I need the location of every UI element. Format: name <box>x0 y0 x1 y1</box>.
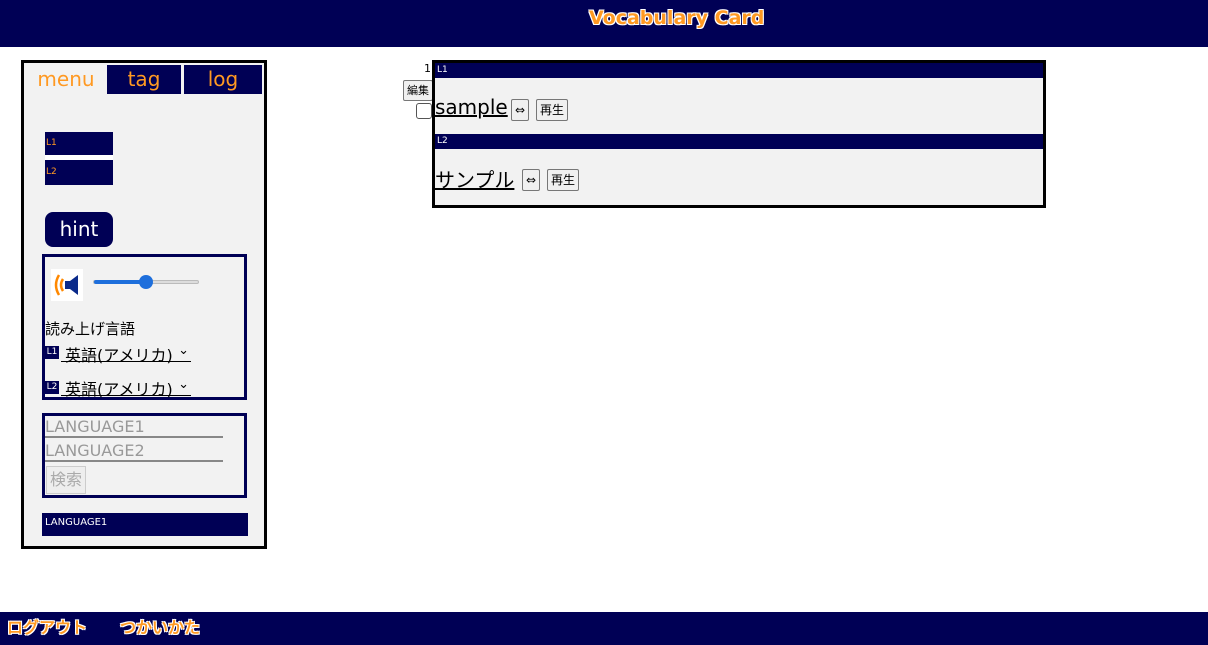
card-number: 1 <box>424 62 431 75</box>
app-title: Vocabulary Card <box>589 7 765 29</box>
language1-search-input[interactable]: LANGUAGE1 <box>45 416 223 438</box>
l2-word-link[interactable]: サンプル <box>435 164 514 193</box>
swap-button-l2[interactable]: ⇔ <box>522 169 540 191</box>
l2-mark: L2 <box>45 381 59 394</box>
swap-button-l1[interactable]: ⇔ <box>511 99 529 121</box>
l1-voice-select-value: 英語(アメリカ) <box>65 346 173 365</box>
chevron-down-icon: ⌄ <box>178 377 189 392</box>
lang-box-l1-label: L1 <box>46 138 57 148</box>
l1-word-link[interactable]: sample <box>435 95 508 119</box>
play-button-l1[interactable]: 再生 <box>536 99 568 121</box>
language-list-header-label: LANGUAGE1 <box>45 517 108 528</box>
language-list-header: LANGUAGE1 <box>42 513 248 536</box>
chevron-down-icon: ⌄ <box>178 343 189 358</box>
tab-log[interactable]: log <box>184 65 262 94</box>
language-toggle-box[interactable]: L1 L2 <box>45 132 113 185</box>
card-l1-bar: L1 <box>435 63 1043 78</box>
tab-tag[interactable]: tag <box>107 65 181 94</box>
volume-slider[interactable] <box>93 275 199 289</box>
speech-settings-panel: 読み上げ言語 L1 英語(アメリカ) ⌄ L2 英語(アメリカ) ⌄ <box>42 254 247 400</box>
card-l2-bar: L2 <box>435 134 1043 149</box>
l1-mark: L1 <box>45 346 59 359</box>
lang-box-divider <box>45 155 113 160</box>
header-bar: Vocabulary Card <box>0 0 1208 47</box>
l2-voice-select-value: 英語(アメリカ) <box>65 380 173 399</box>
play-button-l2[interactable]: 再生 <box>547 169 579 191</box>
search-button[interactable]: 検索 <box>46 466 86 494</box>
lang-box-l2-label: L2 <box>46 167 57 177</box>
sidebar-panel: menu tag log L1 L2 hint 読み上げ言語 L1 英語(アメリ… <box>21 60 267 549</box>
hint-button[interactable]: hint <box>45 212 113 247</box>
language-list-underline <box>42 532 248 536</box>
card-select-checkbox[interactable] <box>416 103 432 119</box>
logout-link[interactable]: ログアウト <box>7 614 87 638</box>
howto-link[interactable]: つかいかた <box>120 614 200 638</box>
l1-voice-select[interactable]: 英語(アメリカ) ⌄ <box>61 342 191 365</box>
speaker-icon[interactable] <box>51 269 83 301</box>
read-language-label: 読み上げ言語 <box>45 320 136 338</box>
vocabulary-card: L1 sample ⇔ 再生 L2 サンプル ⇔ 再生 <box>432 60 1046 208</box>
search-panel: LANGUAGE1 LANGUAGE2 検索 <box>42 413 247 498</box>
footer-bar: ログアウト つかいかた <box>0 612 1208 645</box>
edit-button[interactable]: 編集 <box>403 80 433 101</box>
tab-menu[interactable]: menu <box>26 65 106 94</box>
volume-slider-thumb[interactable] <box>139 275 153 289</box>
language2-search-input[interactable]: LANGUAGE2 <box>45 440 223 462</box>
l2-voice-select[interactable]: 英語(アメリカ) ⌄ <box>61 376 191 399</box>
